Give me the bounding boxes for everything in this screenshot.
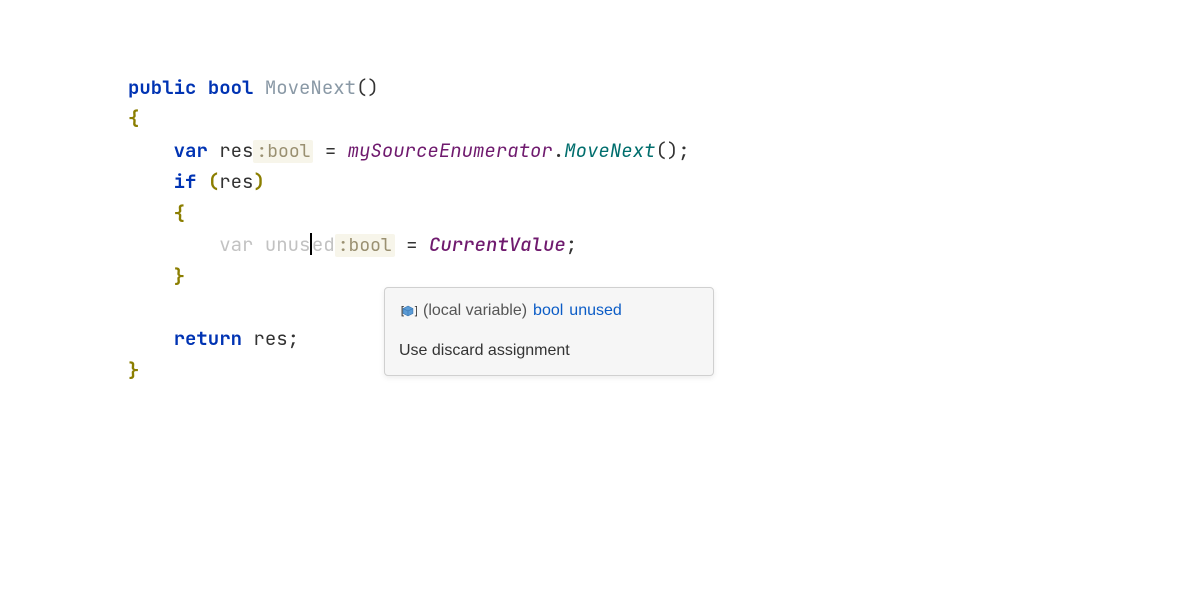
quick-fix-action[interactable]: Use discard assignment bbox=[399, 338, 697, 364]
semicolon: ; bbox=[288, 326, 299, 351]
semicolon: ; bbox=[566, 232, 577, 257]
tooltip-var-name: unused bbox=[569, 298, 622, 324]
member-access: mySourceEnumerator bbox=[348, 138, 553, 163]
text-cursor bbox=[310, 233, 312, 255]
brace-close: } bbox=[174, 264, 185, 289]
keyword-public: public bbox=[128, 75, 196, 100]
keyword-if: if bbox=[174, 169, 197, 194]
method-call: MoveNext bbox=[564, 138, 655, 163]
identifier-res: res bbox=[253, 326, 287, 351]
identifier-unused-post: ed bbox=[312, 232, 335, 257]
svg-text:]: ] bbox=[413, 304, 417, 318]
property-ref: CurrentValue bbox=[429, 232, 566, 257]
type-hint: :bool bbox=[335, 234, 395, 257]
dot-operator: . bbox=[553, 138, 564, 163]
keyword-var-dimmed: var bbox=[219, 232, 253, 257]
keyword-var: var bbox=[174, 138, 208, 163]
tooltip-type: bool bbox=[533, 298, 563, 324]
type-hint: :bool bbox=[253, 140, 313, 163]
keyword-return: return bbox=[174, 326, 242, 351]
tooltip-kind-label: (local variable) bbox=[423, 298, 527, 324]
call-parens: () bbox=[655, 138, 678, 163]
if-paren-open: ( bbox=[208, 169, 219, 194]
local-variable-icon: [ ] bbox=[399, 304, 417, 318]
keyword-bool: bool bbox=[208, 75, 254, 100]
parentheses: () bbox=[356, 75, 379, 100]
brace-open: { bbox=[174, 201, 185, 226]
identifier-res: res bbox=[219, 169, 253, 194]
brace-close: } bbox=[128, 358, 139, 383]
identifier-unused-pre: unus bbox=[265, 232, 311, 257]
if-paren-close: ) bbox=[253, 169, 264, 194]
assign-operator: = bbox=[395, 232, 429, 257]
quick-info-tooltip: [ ] (local variable) bool unused Use dis… bbox=[384, 287, 714, 376]
method-name: MoveNext bbox=[265, 75, 356, 100]
assign-operator: = bbox=[313, 138, 347, 163]
brace-open: { bbox=[128, 106, 139, 131]
identifier-res: res bbox=[219, 138, 253, 163]
semicolon: ; bbox=[678, 138, 689, 163]
tooltip-symbol-info: [ ] (local variable) bool unused bbox=[399, 298, 697, 324]
